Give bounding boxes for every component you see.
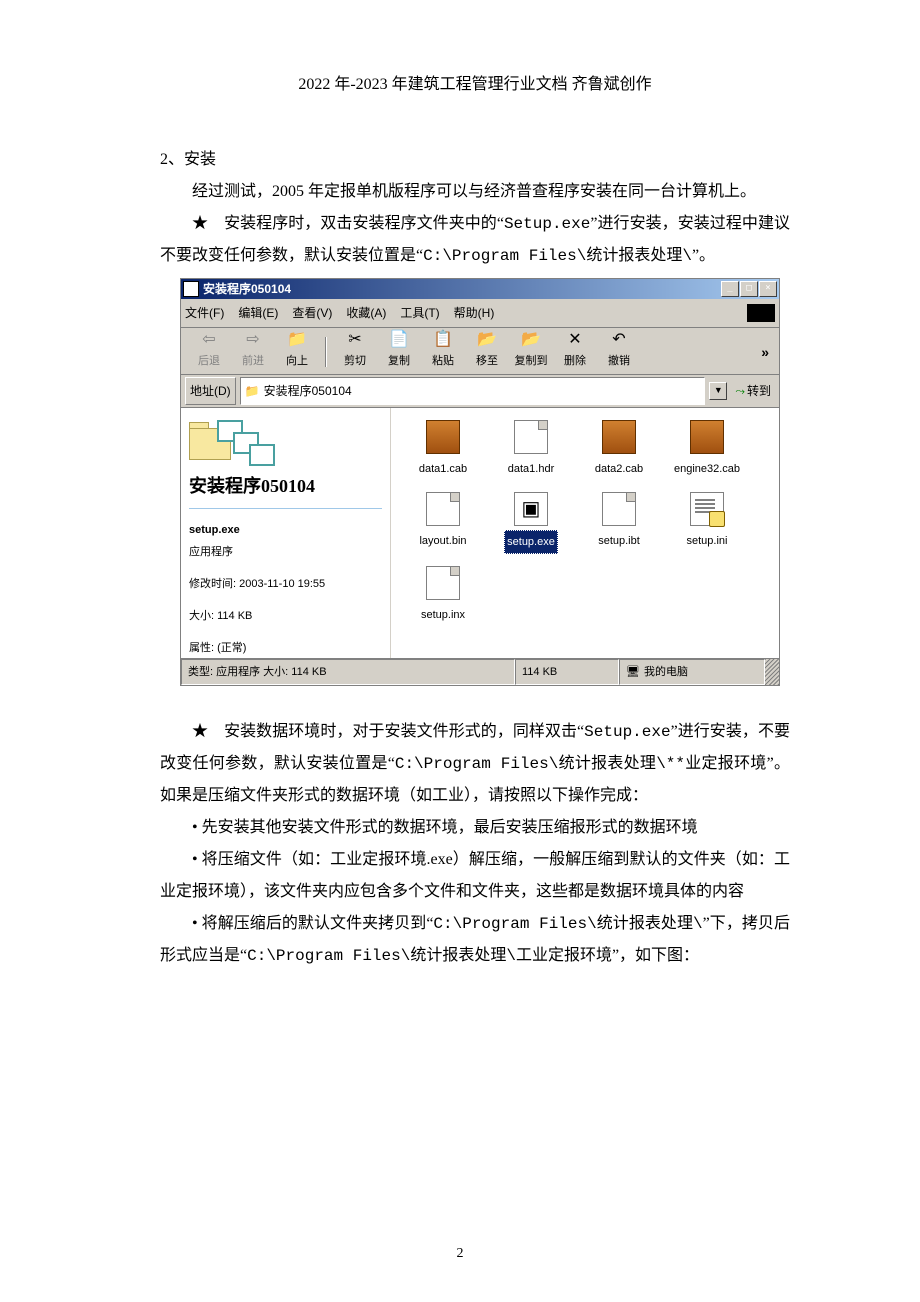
info-pane: 安装程序050104 setup.exe 应用程序 修改时间: 2003-11-1… [181, 408, 391, 658]
section-title: 2、安装 [160, 144, 790, 176]
selected-file-name: setup.exe [189, 524, 240, 536]
undo-button[interactable]: ↶撤销 [597, 332, 641, 372]
paragraph-2: ★ 安装程序时，双击安装程序文件夹中的“Setup.exe”进行安装，安装过程中… [160, 208, 790, 272]
resize-grip-icon[interactable] [765, 659, 779, 685]
file-size: 大小: 114 KB [189, 605, 382, 627]
file-item[interactable]: data1.hdr [487, 420, 575, 480]
paragraph-1: 经过测试，2005 年定报单机版程序可以与经济普查程序安装在同一台计算机上。 [160, 176, 790, 208]
paste-icon: 📋 [433, 332, 453, 348]
address-input[interactable]: 📁 安装程序050104 [240, 377, 706, 405]
status-size: 114 KB [515, 659, 619, 685]
back-arrow-icon: ⇦ [202, 332, 215, 348]
menu-bar: 文件(F) 编辑(E) 查看(V) 收藏(A) 工具(T) 帮助(H) [181, 299, 779, 328]
back-button[interactable]: ⇦后退 [187, 332, 231, 372]
menu-file[interactable]: 文件(F) [185, 301, 224, 325]
up-folder-icon: 📁 [287, 332, 307, 348]
delete-icon: ✕ [568, 332, 581, 348]
moveto-icon: 📂 [477, 332, 497, 348]
bullet-3: • 将解压缩后的默认文件夹拷贝到“C:\Program Files\统计报表处理… [160, 908, 790, 972]
close-button[interactable]: × [759, 281, 777, 297]
toolbar: ⇦后退 ⇨前进 📁向上 ✂剪切 📄复制 📋粘贴 📂移至 📂复制到 ✕删除 ↶撤销… [181, 328, 779, 375]
file-attributes: 属性: (正常) [189, 637, 382, 659]
file-icon [426, 566, 460, 600]
toolbar-overflow-icon[interactable]: » [761, 338, 773, 366]
folder-preview-icon [189, 416, 382, 464]
file-list: data1.cab data1.hdr data2.cab engine32.c… [391, 408, 779, 658]
computer-icon: 🖥 [626, 661, 640, 683]
menu-help[interactable]: 帮助(H) [454, 301, 495, 325]
selected-file-type: 应用程序 [189, 546, 233, 558]
modified-time: 修改时间: 2003-11-10 19:55 [189, 573, 382, 595]
forward-button[interactable]: ⇨前进 [231, 332, 275, 372]
go-button[interactable]: ⤳转到 [731, 379, 775, 403]
folder-icon: 📁 [245, 379, 260, 403]
menu-view[interactable]: 查看(V) [292, 301, 332, 325]
page-number: 2 [0, 1246, 920, 1262]
go-icon: ⤳ [735, 379, 745, 403]
copyto-button[interactable]: 📂复制到 [509, 332, 553, 372]
copy-button[interactable]: 📄复制 [377, 332, 421, 372]
screenshot-window: 安装程序050104 _ □ × 文件(F) 编辑(E) 查看(V) 收藏(A)… [180, 278, 780, 686]
address-dropdown-button[interactable]: ▼ [709, 382, 727, 400]
status-bar: 类型: 应用程序 大小: 114 KB 114 KB 🖥我的电脑 [181, 658, 779, 685]
menu-tools[interactable]: 工具(T) [400, 301, 439, 325]
undo-icon: ↶ [612, 332, 625, 348]
cut-icon: ✂ [348, 332, 361, 348]
window-icon [183, 281, 199, 297]
page-header: 2022 年-2023 年建筑工程管理行业文档 齐鲁斌创作 [160, 70, 790, 94]
paragraph-3: ★ 安装数据环境时，对于安装文件形式的，同样双击“Setup.exe”进行安装，… [160, 716, 790, 812]
file-item[interactable]: setup.ibt [575, 492, 663, 554]
file-item[interactable]: layout.bin [399, 492, 487, 554]
paste-button[interactable]: 📋粘贴 [421, 332, 465, 372]
file-item[interactable]: engine32.cab [663, 420, 751, 480]
window-title: 安装程序050104 [203, 277, 721, 301]
bullet-1: • 先安装其他安装文件形式的数据环境，最后安装压缩报形式的数据环境 [160, 812, 790, 844]
moveto-button[interactable]: 📂移至 [465, 332, 509, 372]
application-icon: ▣ [514, 492, 548, 526]
status-text: 类型: 应用程序 大小: 114 KB [181, 659, 515, 685]
forward-arrow-icon: ⇨ [246, 332, 259, 348]
windows-logo-icon [747, 304, 775, 322]
file-item[interactable]: data2.cab [575, 420, 663, 480]
menu-favorites[interactable]: 收藏(A) [346, 301, 386, 325]
minimize-button[interactable]: _ [721, 281, 739, 297]
maximize-button[interactable]: □ [740, 281, 758, 297]
copy-icon: 📄 [389, 332, 409, 348]
archive-icon [426, 420, 460, 454]
file-item[interactable]: data1.cab [399, 420, 487, 480]
file-icon [426, 492, 460, 526]
file-item[interactable]: setup.inx [399, 566, 487, 626]
copyto-icon: 📂 [521, 332, 541, 348]
file-item[interactable]: setup.ini [663, 492, 751, 554]
file-icon [602, 492, 636, 526]
file-icon [514, 420, 548, 454]
info-pane-title: 安装程序050104 [189, 468, 382, 509]
delete-button[interactable]: ✕删除 [553, 332, 597, 372]
bullet-2: • 将压缩文件（如：工业定报环境.exe）解压缩，一般解压缩到默认的文件夹（如：… [160, 844, 790, 908]
address-label: 地址(D) [185, 377, 236, 405]
cut-button[interactable]: ✂剪切 [333, 332, 377, 372]
archive-icon [690, 420, 724, 454]
up-button[interactable]: 📁向上 [275, 332, 319, 372]
menu-edit[interactable]: 编辑(E) [238, 301, 278, 325]
window-titlebar: 安装程序050104 _ □ × [181, 279, 779, 299]
archive-icon [602, 420, 636, 454]
status-location: 🖥我的电脑 [619, 659, 765, 685]
address-bar: 地址(D) 📁 安装程序050104 ▼ ⤳转到 [181, 375, 779, 408]
ini-icon [690, 492, 724, 526]
address-value: 安装程序050104 [264, 379, 352, 403]
file-item-selected[interactable]: ▣setup.exe [487, 492, 575, 554]
